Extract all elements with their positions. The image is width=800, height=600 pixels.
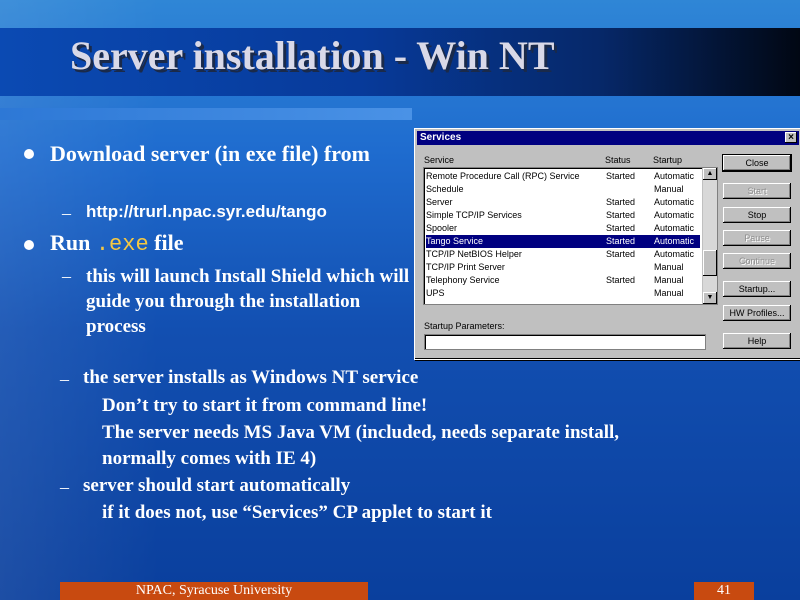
stop-button[interactable]: Stop: [723, 207, 791, 223]
list-item[interactable]: TCP/IP NetBIOS Helper Started Automatic: [426, 248, 700, 261]
dialog-title: Services: [420, 132, 462, 143]
nt-service-note: the server installs as Windows NT servic…: [83, 367, 419, 388]
close-button[interactable]: Close: [722, 154, 792, 172]
bullet-download: Download server (in exe file) from: [50, 141, 370, 166]
list-item[interactable]: UPS Manual: [426, 287, 700, 300]
scroll-down-icon[interactable]: ▼: [703, 292, 717, 304]
scroll-thumb[interactable]: [703, 250, 717, 276]
run-exe-code: .exe: [95, 232, 149, 257]
list-item[interactable]: Spooler Started Automatic: [426, 222, 700, 235]
list-item[interactable]: Telephony Service Started Manual: [426, 274, 700, 287]
close-icon[interactable]: ×: [785, 132, 797, 143]
services-list[interactable]: Remote Procedure Call (RPC) Service Start…: [423, 167, 718, 305]
bullet-dot: [24, 240, 34, 250]
column-header-service[interactable]: Service: [424, 155, 454, 165]
list-item[interactable]: Schedule Manual: [426, 183, 700, 196]
list-item[interactable]: Server Started Automatic: [426, 196, 700, 209]
dash-marker: –: [62, 203, 71, 223]
run-suffix: file: [154, 230, 184, 255]
slide-title: Server installation - Win NT: [70, 33, 555, 78]
scroll-up-icon[interactable]: ▲: [703, 168, 717, 180]
list-item-selected[interactable]: Tango Service Started Automatic: [426, 235, 700, 248]
vertical-scrollbar[interactable]: ▲ ▼: [702, 168, 717, 304]
footer-organization: NPAC, Syracuse University: [60, 582, 368, 600]
pause-button[interactable]: Pause: [723, 230, 791, 246]
dash-marker: –: [60, 477, 69, 497]
auto-start-note: server should start automatically: [83, 475, 351, 496]
dash-marker: –: [62, 266, 71, 286]
run-prefix: Run: [50, 230, 91, 255]
help-button[interactable]: Help: [723, 333, 791, 349]
install-shield-note: this will launch Install Shield which wi…: [86, 266, 410, 337]
bullet-run: Run .exe file: [50, 230, 184, 257]
dash-marker: –: [60, 369, 69, 389]
column-header-status[interactable]: Status: [605, 155, 631, 165]
download-url: http://trurl.npac.syr.edu/tango: [86, 202, 327, 221]
list-item[interactable]: TCP/IP Print Server Manual: [426, 261, 700, 274]
startup-parameters-label: Startup Parameters:: [424, 321, 505, 331]
title-underline-bar: [0, 108, 412, 120]
ie4-note: normally comes with IE 4): [102, 448, 317, 469]
footer-page-number: 41: [694, 582, 754, 600]
java-vm-note: The server needs MS Java VM (included, n…: [102, 422, 620, 443]
column-header-startup[interactable]: Startup: [653, 155, 682, 165]
start-button[interactable]: Start: [723, 183, 791, 199]
list-item[interactable]: Remote Procedure Call (RPC) Service Start…: [426, 170, 700, 183]
continue-button[interactable]: Continue: [723, 253, 791, 269]
dialog-title-bar: Services ×: [417, 131, 799, 145]
list-item[interactable]: Simple TCP/IP Services Started Automatic: [426, 209, 700, 222]
startup-button[interactable]: Startup...: [723, 281, 791, 297]
services-dialog: Services × Service Status Startup Remote…: [414, 128, 800, 360]
hw-profiles-button[interactable]: HW Profiles...: [723, 305, 791, 321]
startup-parameters-input[interactable]: [424, 334, 706, 350]
services-applet-note: if it does not, use “Services” CP applet…: [102, 502, 492, 523]
bullet-dot: [24, 149, 34, 159]
no-cmdline-note: Don’t try to start it from command line!: [102, 395, 428, 416]
